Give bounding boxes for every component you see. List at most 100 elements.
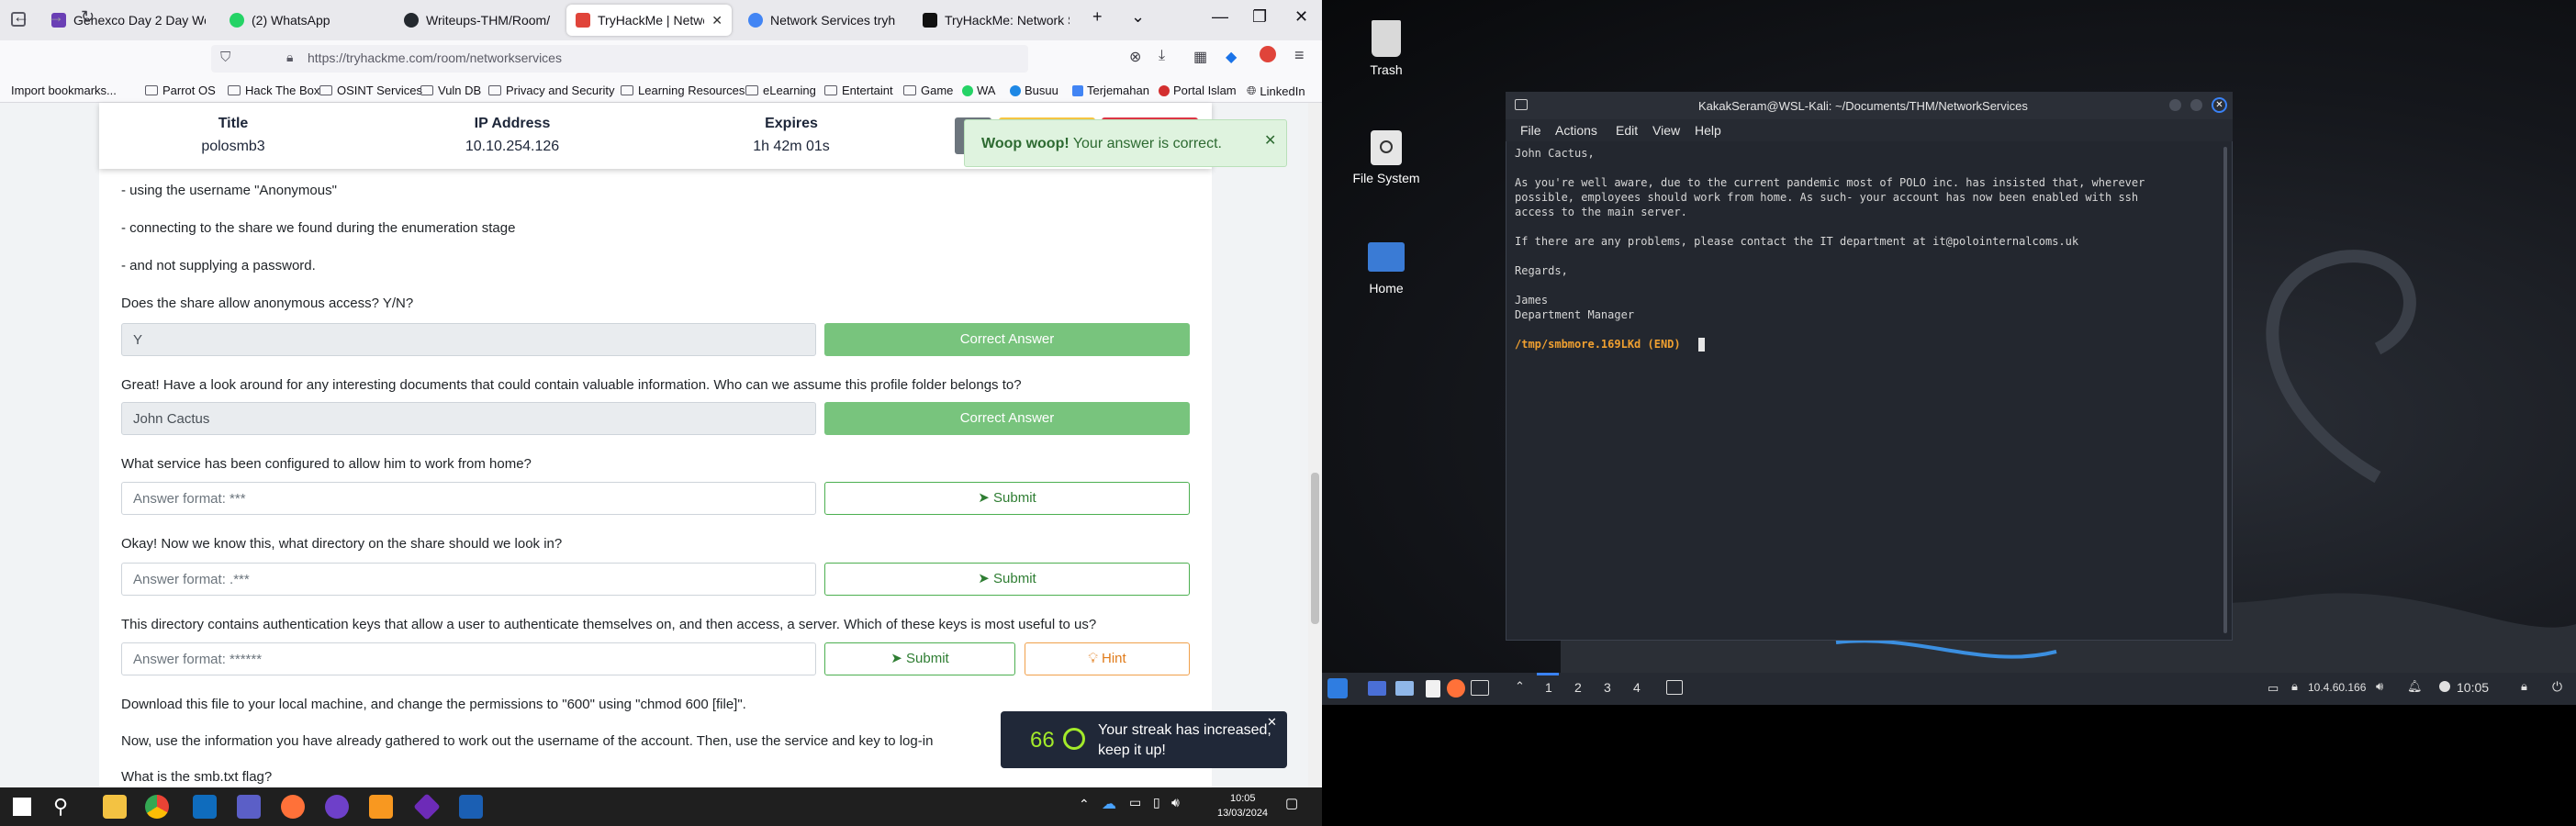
bookmark-import[interactable]: Import bookmarks... [11,84,117,97]
workspace-2[interactable]: 2 [1574,680,1582,695]
bookmark-privacy[interactable]: Privacy and Security [488,84,615,97]
vpn-lock-icon[interactable]: 🔒︎ [2291,679,2298,694]
teams-icon[interactable] [237,795,261,819]
volume-icon[interactable]: 🔊︎ [2376,679,2383,694]
workspace-3[interactable]: 3 [1604,680,1611,695]
extension-icon[interactable]: ▦ [1193,48,1207,66]
trash-desktop-icon[interactable]: Trash [1345,20,1428,77]
menu-actions[interactable]: Actions [1555,123,1597,138]
extension-icon[interactable] [1260,46,1276,62]
bookmark-osint[interactable]: OSINT Services [319,84,422,97]
firefox-icon[interactable] [281,795,305,819]
bookmark-entertaint[interactable]: Entertaint [824,84,893,97]
tab-tryhackme-active[interactable]: TryHackMe | Network Se ✕ [566,5,732,36]
bookmark-linkedin[interactable]: 🌐︎ LinkedIn [1247,84,1305,98]
url-text[interactable]: https://tryhackme.com/room/networkservic… [308,50,562,65]
close-icon[interactable]: ✕ [2212,97,2227,113]
windows-start-icon[interactable] [13,798,31,816]
close-tab-icon[interactable]: ✕ [711,13,722,28]
home-desktop-icon[interactable]: Home [1345,242,1428,296]
bookmark-vuln-db[interactable]: Vuln DB [420,84,481,97]
correct-answer-button[interactable]: Correct Answer [824,402,1190,435]
show-desktop-icon[interactable] [1368,681,1386,696]
bookmark-learning[interactable]: Learning Resources [621,84,745,97]
bookmark-portal-islam[interactable]: Portal Islam [1159,84,1237,97]
bookmark-terjemahan[interactable]: Terjemahan [1072,84,1149,97]
sublime-icon[interactable] [369,795,393,819]
new-tab-icon[interactable]: + [1092,7,1103,27]
maximize-icon[interactable] [2190,99,2202,111]
menu-edit[interactable]: Edit [1616,123,1638,138]
terminal-icon[interactable] [1471,680,1489,696]
menu-file[interactable]: File [1520,123,1541,138]
taskbar-terminal-button[interactable] [1666,680,1683,695]
minimize-icon[interactable]: — [1212,7,1228,27]
extension-icon[interactable]: ◆ [1226,48,1237,66]
menu-help[interactable]: Help [1695,123,1721,138]
menu-view[interactable]: View [1652,123,1680,138]
reload-icon[interactable]: ↻ [81,7,95,27]
answer-input-4[interactable]: Answer format: .*** [121,563,816,596]
close-icon[interactable]: ✕ [1267,715,1277,730]
power-icon[interactable]: ⏻ [2552,679,2562,695]
shield-icon[interactable]: ⛉ [220,50,230,65]
bookmark-game[interactable]: Game [903,84,953,97]
answer-input-1[interactable]: Y [121,323,816,356]
answer-input-3[interactable]: Answer format: *** [121,482,816,515]
network-icon[interactable]: ▭ [1129,795,1141,810]
firefox-icon[interactable] [1447,679,1465,698]
tray-chevron-icon[interactable]: ⌃ [1079,797,1090,812]
lock-icon[interactable]: 🔒︎ [286,50,293,65]
volume-icon[interactable]: 🔊︎ [1171,795,1180,810]
submit-button[interactable]: ➤ Submit [824,563,1190,596]
kali-menu-icon[interactable] [1327,678,1348,698]
tab-github[interactable]: Writeups-THM/Room/R [395,5,560,36]
battery-icon[interactable]: ▯ [1153,795,1160,810]
bookmark-wa[interactable]: WA [962,84,995,97]
tab-tryhackme-medium[interactable]: TryHackMe: Network Se [913,5,1079,36]
close-icon[interactable]: ✕ [1264,131,1276,150]
submit-button[interactable]: ➤ Submit [824,482,1190,515]
kali-clock[interactable]: 10:05 [2457,680,2489,695]
download-icon[interactable]: ⤓ [1159,48,1165,64]
taskbar-time[interactable]: 10:05 [1230,793,1256,804]
hint-button[interactable]: 💡︎ Hint [1025,642,1190,675]
bookmark-parrot-os[interactable]: Parrot OS [145,84,216,97]
scrollbar-thumb[interactable] [1311,473,1319,624]
stop-icon[interactable]: ⊗ [1129,48,1141,66]
github-desktop-icon[interactable] [325,795,349,819]
search-icon[interactable]: ⚲ [53,795,68,819]
cloud-icon[interactable]: ☁ [1102,795,1116,813]
submit-button[interactable]: ➤ Submit [824,642,1015,675]
page-scrollbar[interactable] [1308,103,1322,787]
tab-genexco[interactable]: Genexco Day 2 Day Work [42,5,215,36]
close-window-icon[interactable]: ✕ [1294,7,1308,27]
notification-icon[interactable]: ▢ [1285,795,1298,811]
text-editor-icon[interactable] [1426,680,1440,698]
answer-input-5[interactable]: Answer format: ****** [121,642,816,675]
chevron-down-icon[interactable]: ⌄ [1131,7,1145,27]
file-system-desktop-icon[interactable]: File System [1345,130,1428,185]
outlook-icon[interactable] [193,795,217,819]
file-explorer-icon[interactable] [103,795,127,819]
tab-whatsapp[interactable]: (2) WhatsApp [220,5,386,36]
bell-icon[interactable]: 🔔︎ [2407,679,2423,694]
chrome-icon[interactable] [145,795,169,819]
workspace-4[interactable]: 4 [1633,680,1641,695]
workspace-1[interactable]: 1 [1545,680,1552,695]
forward-icon[interactable]: → [48,7,64,27]
tab-google[interactable]: Network Services tryhac [739,5,904,36]
bookmark-busuu[interactable]: Busuu [1010,84,1058,97]
back-icon[interactable]: ← [13,7,29,27]
correct-answer-button[interactable]: Correct Answer [824,323,1190,356]
bookmark-elearning[interactable]: eLearning [745,84,816,97]
chevron-up-icon[interactable]: ⌃ [1515,679,1525,694]
terminal-window[interactable] [1506,92,2233,641]
bookmark-hack-the-box[interactable]: Hack The Box [228,84,319,97]
file-manager-icon[interactable] [1395,681,1414,696]
maximize-icon[interactable]: ❐ [1252,7,1267,27]
taskbar-date[interactable]: 13/03/2024 [1217,808,1268,819]
menu-icon[interactable]: ≡ [1294,46,1305,65]
remote-desktop-icon[interactable] [459,795,483,819]
screen-icon[interactable]: ▭ [2268,681,2279,696]
